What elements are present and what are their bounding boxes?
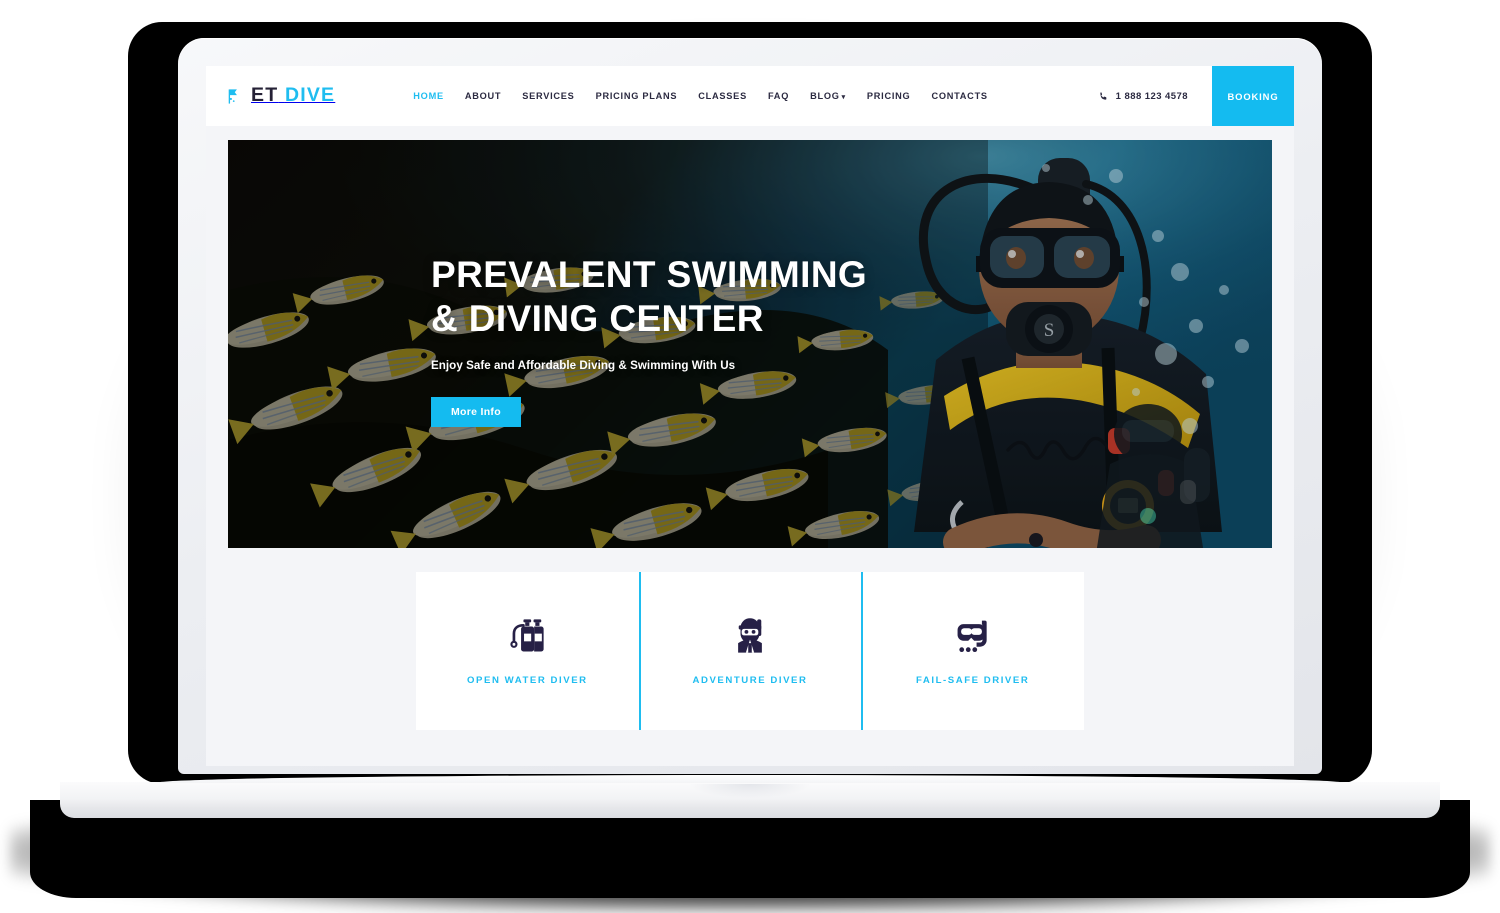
nav-label: PRICING PLANS	[595, 91, 678, 101]
main-navigation: HOME ABOUT SERVICES PRICING PLANS CLASSE…	[413, 66, 1097, 126]
nav-label: CONTACTS	[931, 91, 988, 101]
nav-label: CLASSES	[698, 91, 747, 101]
phone-link[interactable]: 1 888 123 4578	[1098, 66, 1212, 126]
nav-item-services[interactable]: SERVICES	[522, 91, 574, 101]
brand-name-secondary: DIVE	[284, 84, 336, 107]
dive-mask-icon	[954, 617, 992, 655]
nav-item-pricing-plans[interactable]: PRICING PLANS	[596, 91, 678, 101]
nav-item-faq[interactable]: FAQ	[768, 91, 789, 101]
feature-label: ADVENTURE DIVER	[692, 674, 808, 686]
feature-card-fail-safe-driver[interactable]: FAIL-SAFE DRIVER	[861, 572, 1084, 730]
phone-number: 1 888 123 4578	[1115, 90, 1188, 102]
website-viewport: ET DIVE HOME ABOUT SERVICES PRICING PLAN…	[206, 66, 1294, 766]
diver-person-icon	[731, 617, 769, 655]
nav-item-blog[interactable]: BLOG ▾	[810, 91, 846, 101]
laptop-base-notch	[690, 784, 810, 798]
nav-label: SERVICES	[522, 91, 575, 101]
header-actions: 1 888 123 4578 BOOKING	[1098, 66, 1294, 126]
hero-title-line-2: & DIVING CENTER	[431, 298, 764, 340]
brand-wordmark: ET DIVE	[251, 86, 335, 106]
feature-card-open-water-diver[interactable]: OPEN WATER DIVER	[416, 572, 639, 730]
nav-item-home[interactable]: HOME	[413, 91, 444, 101]
hero-title-line-1: PREVALENT SWIMMING	[431, 254, 868, 295]
laptop-screen: ET DIVE HOME ABOUT SERVICES PRICING PLAN…	[206, 66, 1294, 766]
nav-item-about[interactable]: ABOUT	[465, 91, 501, 101]
nav-item-contacts[interactable]: CONTACTS	[931, 91, 987, 101]
brand-logo[interactable]: ET DIVE	[206, 66, 335, 126]
feature-label: OPEN WATER DIVER	[467, 674, 588, 686]
hero-content: PREVALENT SWIMMING & DIVING CENTER Enjoy…	[431, 253, 991, 428]
dive-flag-icon	[227, 88, 244, 105]
feature-card-adventure-diver[interactable]: ADVENTURE DIVER	[638, 572, 862, 730]
booking-button[interactable]: BOOKING	[1212, 66, 1294, 126]
hero-title: PREVALENT SWIMMING & DIVING CENTER	[431, 253, 991, 341]
nav-label: HOME	[413, 91, 444, 101]
feature-cards: OPEN WATER DIVER ADVENTURE DIVER FAIL-SA…	[416, 572, 1084, 730]
hero-banner: S PREVALENT SWIMMING & DIVING CENTER Enj…	[228, 140, 1272, 548]
nav-label: ABOUT	[464, 91, 502, 101]
nav-item-pricing[interactable]: PRICING	[867, 91, 911, 101]
nav-label: BLOG	[810, 91, 840, 101]
scuba-tanks-icon	[508, 617, 546, 655]
hero-subtitle: Enjoy Safe and Affordable Diving & Swimm…	[431, 359, 736, 373]
site-header: ET DIVE HOME ABOUT SERVICES PRICING PLAN…	[206, 66, 1294, 126]
brand-name-primary: ET	[251, 84, 279, 107]
phone-icon	[1099, 91, 1106, 100]
chevron-down-icon: ▾	[841, 93, 846, 101]
more-info-button[interactable]: More Info	[431, 397, 521, 428]
laptop-mockup: ET DIVE HOME ABOUT SERVICES PRICING PLAN…	[0, 0, 1500, 913]
nav-label: FAQ	[767, 91, 790, 101]
nav-item-classes[interactable]: CLASSES	[698, 91, 747, 101]
nav-label: PRICING	[866, 91, 911, 101]
feature-label: FAIL-SAFE DRIVER	[916, 674, 1030, 686]
